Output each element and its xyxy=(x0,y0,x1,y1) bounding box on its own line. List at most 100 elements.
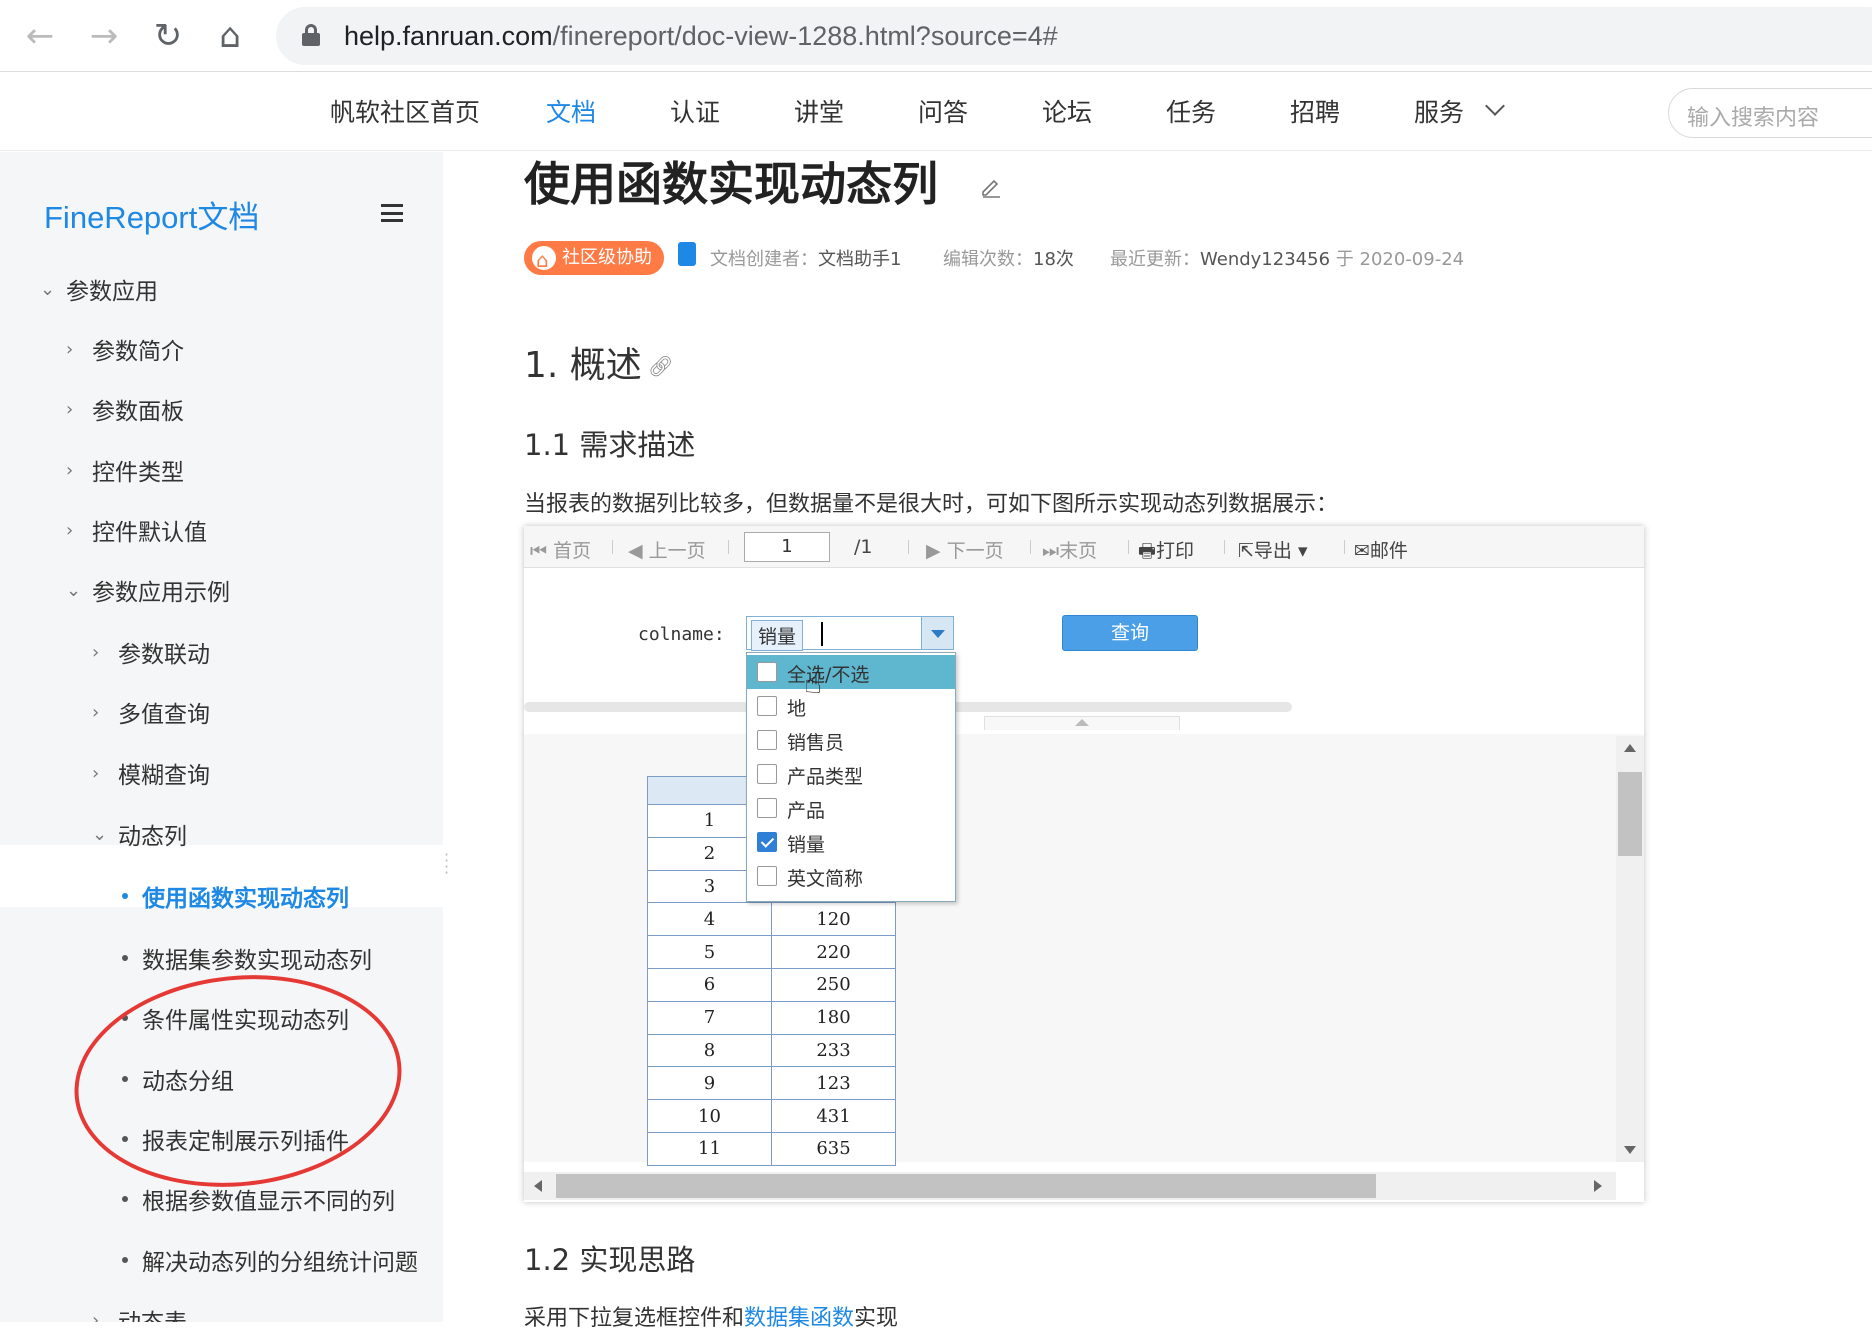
edit-icon[interactable] xyxy=(980,176,1002,198)
sidebar-item-label: 控件默认值 xyxy=(92,520,207,546)
red-circle-annotation xyxy=(63,959,413,1203)
sidebar-item-param-examples[interactable]: ⌄ 参数应用示例 xyxy=(66,570,230,610)
combo-dropdown-list: 全选/不选 地 销售员 产品类型 产品 销量 英文简称 xyxy=(746,652,956,902)
chevron-right-icon: › xyxy=(66,338,74,360)
sidebar-item-param-intro[interactable]: › 参数简介 xyxy=(66,329,184,369)
sidebar-item-label: 使用函数实现动态列 xyxy=(142,886,349,912)
mail-label: 邮件 xyxy=(1369,540,1408,562)
sidebar-item-label: 根据参数值显示不同的列 xyxy=(142,1189,395,1215)
nav-docs[interactable]: 文档 xyxy=(546,93,596,129)
sidebar-item-dynamic-table[interactable]: › 动态表 xyxy=(92,1300,187,1323)
sidebar-item-param-app[interactable]: ⌄ 参数应用 xyxy=(40,269,158,309)
nav-tasks[interactable]: 任务 xyxy=(1166,93,1216,129)
resize-handle[interactable]: · · · · xyxy=(444,847,454,881)
bullet-icon xyxy=(122,955,128,961)
paragraph-text: 采用下拉复选框控件和 xyxy=(524,1306,745,1331)
back-icon[interactable]: ← xyxy=(18,14,62,58)
first-page-button: ⏮ 首页 xyxy=(530,540,592,562)
lock-icon[interactable] xyxy=(302,24,320,46)
table-row: 9 123 xyxy=(647,1066,896,1101)
nav-jobs[interactable]: 招聘 xyxy=(1290,93,1340,129)
prev-page-label: 上一页 xyxy=(648,540,706,562)
sidebar-item-columns-by-param[interactable]: 根据参数值显示不同的列 xyxy=(122,1179,395,1219)
sidebar-item-group-stats[interactable]: 解决动态列的分组统计问题 xyxy=(122,1240,418,1280)
nav-services[interactable]: 服务 xyxy=(1414,93,1464,129)
creator-label: 文档创建者： xyxy=(710,249,818,270)
chevron-right-icon: › xyxy=(66,398,74,420)
sidebar-item-widget-types[interactable]: › 控件类型 xyxy=(66,450,184,490)
scroll-thumb xyxy=(556,1174,1376,1198)
bullet-icon xyxy=(122,1257,128,1263)
creator-value: 文档助手1 xyxy=(818,249,902,270)
url-text[interactable]: help.fanruan.com/finereport/doc-view-128… xyxy=(344,21,1058,52)
combo-selected-chip: 销量 xyxy=(751,620,804,651)
scroll-up-icon xyxy=(1624,744,1636,752)
sidebar-item-label: 多值查询 xyxy=(118,702,210,728)
table-row: 6 250 xyxy=(647,967,896,1002)
badge-label: 社区级协助 xyxy=(562,247,652,268)
updated-by: Wendy123456 xyxy=(1200,249,1331,270)
chevron-down-icon: ⌄ xyxy=(40,278,56,300)
sidebar-item-fuzzy-query[interactable]: › 模糊查询 xyxy=(92,753,210,793)
address-bar[interactable]: help.fanruan.com/finereport/doc-view-128… xyxy=(276,7,1872,65)
total-pages: /1 xyxy=(854,536,873,558)
sidebar-item-func-dynamic-columns[interactable]: 使用函数实现动态列 xyxy=(122,876,349,916)
edit-count: 编辑次数：18次 xyxy=(943,245,1074,271)
dataset-function-link[interactable]: 数据集函数 xyxy=(744,1306,854,1331)
table-cell: 8 xyxy=(647,1033,772,1068)
menu-icon[interactable] xyxy=(381,204,403,222)
sidebar-item-label: 动态表 xyxy=(118,1303,187,1322)
nav-community-home[interactable]: 帆软社区首页 xyxy=(330,93,480,129)
last-page-label: 末页 xyxy=(1059,540,1098,562)
bullet-icon xyxy=(122,1196,128,1202)
checkbox-checked-icon xyxy=(757,832,777,852)
table-row: 11 635 xyxy=(647,1131,896,1166)
heading-overview: 1. 概述 xyxy=(524,345,642,386)
toolbar-divider xyxy=(1128,540,1129,554)
browser-toolbar: ← → ↻ ⌂ help.fanruan.com/finereport/doc-… xyxy=(0,0,1872,72)
forward-icon[interactable]: → xyxy=(82,14,126,58)
paragraph-implementation: 采用下拉复选框控件和数据集函数实现 xyxy=(524,1300,898,1332)
reload-icon[interactable]: ↻ xyxy=(146,14,190,58)
report-toolbar: ⏮ 首页 ◀ 上一页 1 /1 ▶ 下一页 ⏭末页 🖶打印 ⇱导出 ▾ ✉邮件 xyxy=(524,526,1644,568)
sidebar-item-dataset-dynamic-columns[interactable]: 数据集参数实现动态列 xyxy=(122,938,372,978)
paragraph-text: 实现 xyxy=(854,1306,899,1331)
home-icon[interactable]: ⌂ xyxy=(208,14,252,58)
toolbar-divider xyxy=(612,540,613,554)
table-cell: 233 xyxy=(771,1033,896,1068)
search-input[interactable]: 输入搜索内容 xyxy=(1668,88,1872,138)
sidebar: FineReport文档 ⌄ 参数应用 › 参数简介 › 参数面板 › 控件类型 › 控件… xyxy=(0,152,443,1322)
multi-select-combo: 销量 xyxy=(746,616,954,651)
edits-label: 编辑次数： xyxy=(943,249,1033,270)
paragraph-requirements: 当报表的数据列比较多，但数据量不是很大时，可如下图所示实现动态列数据展示： xyxy=(524,492,1339,517)
toolbar-divider xyxy=(908,540,909,554)
sidebar-item-multi-query[interactable]: › 多值查询 xyxy=(92,692,210,732)
dropdown-arrow-icon xyxy=(921,617,953,649)
link-icon[interactable]: 🔗︎ xyxy=(648,354,673,378)
nav-lectures[interactable]: 讲堂 xyxy=(794,93,844,129)
chevron-down-icon[interactable] xyxy=(1485,96,1505,116)
doc-creator: 文档创建者：文档助手1 xyxy=(710,245,901,271)
chevron-right-icon: › xyxy=(92,701,100,723)
scroll-down-icon xyxy=(1624,1146,1636,1154)
scroll-right-icon xyxy=(1594,1180,1602,1192)
sidebar-item-label: 参数联动 xyxy=(118,642,210,668)
nav-forum[interactable]: 论坛 xyxy=(1042,93,1092,129)
sidebar-item-param-linkage[interactable]: › 参数联动 xyxy=(92,632,210,672)
sidebar-item-widget-default[interactable]: › 控件默认值 xyxy=(66,510,207,550)
table-cell: 9 xyxy=(647,1066,772,1101)
table-cell: 250 xyxy=(771,967,896,1002)
dropdown-item: 地 xyxy=(747,689,955,723)
nav-certification[interactable]: 认证 xyxy=(670,93,720,129)
prev-page-button: ◀ 上一页 xyxy=(628,540,706,562)
first-page-label: 首页 xyxy=(553,540,592,562)
nav-qa[interactable]: 问答 xyxy=(918,93,968,129)
sidebar-item-dynamic-columns[interactable]: ⌄ 动态列 xyxy=(92,814,187,854)
chevron-right-icon: › xyxy=(66,459,74,481)
sidebar-item-param-panel[interactable]: › 参数面板 xyxy=(66,389,184,429)
query-button: 查询 xyxy=(1062,615,1198,651)
export-button: ⇱导出 ▾ xyxy=(1238,540,1308,562)
table-cell: 635 xyxy=(771,1131,896,1166)
doc-logo[interactable]: FineReport文档 xyxy=(44,192,259,237)
table-cell: 123 xyxy=(771,1066,896,1101)
